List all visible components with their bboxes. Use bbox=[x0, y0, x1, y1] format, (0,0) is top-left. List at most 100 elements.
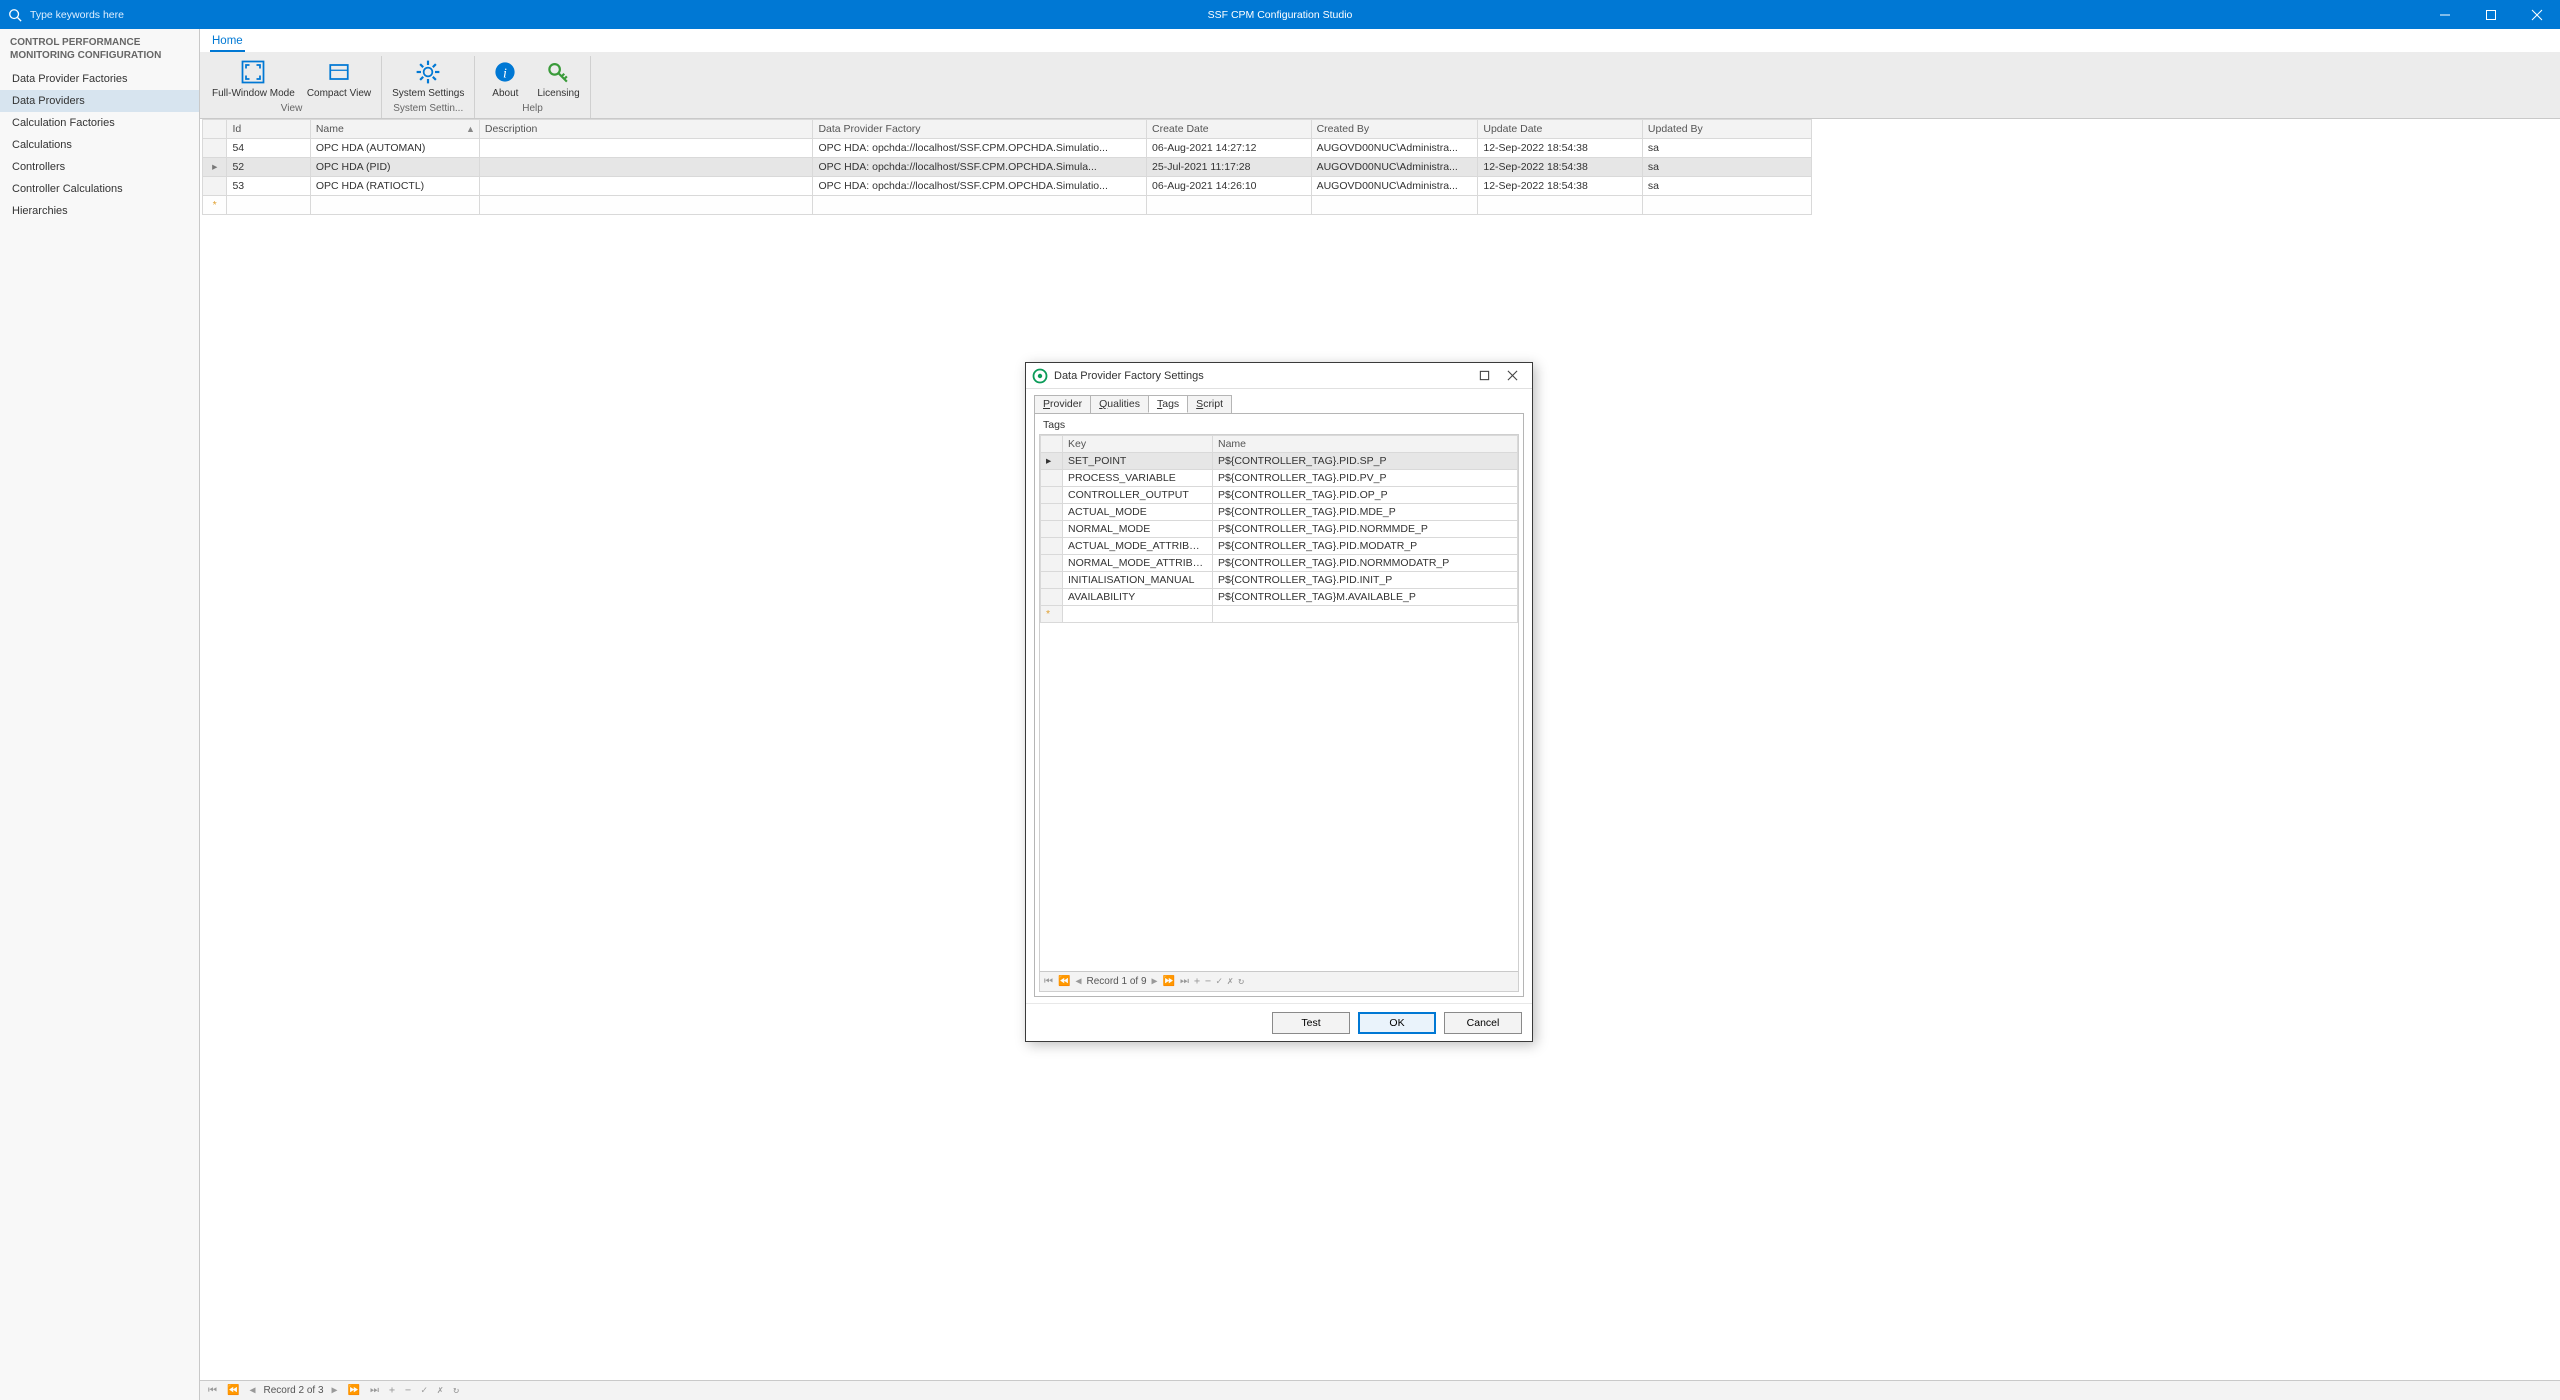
table-row[interactable]: NORMAL_MODEP${CONTROLLER_TAG}.PID.NORMMD… bbox=[1041, 521, 1518, 538]
table-row[interactable]: INITIALISATION_MANUALP${CONTROLLER_TAG}.… bbox=[1041, 572, 1518, 589]
licensing-button[interactable]: Licensing bbox=[533, 56, 583, 101]
cell-key[interactable]: INITIALISATION_MANUAL bbox=[1063, 572, 1213, 589]
col-update-date[interactable]: Update Date bbox=[1478, 120, 1643, 139]
tab-tags[interactable]: Tags bbox=[1148, 395, 1188, 413]
cell-factory[interactable]: OPC HDA: opchda://localhost/SSF.CPM.OPCH… bbox=[813, 158, 1147, 177]
cell-create-date[interactable]: 06-Aug-2021 14:26:10 bbox=[1147, 177, 1312, 196]
table-row[interactable]: ACTUAL_MODE_ATTRIBUTEP${CONTROLLER_TAG}.… bbox=[1041, 538, 1518, 555]
cell-updated-by[interactable]: sa bbox=[1642, 158, 1811, 177]
nav-last[interactable]: ⏭ bbox=[1180, 976, 1189, 987]
col-updated-by[interactable]: Updated By bbox=[1642, 120, 1811, 139]
new-row[interactable]: * bbox=[1041, 606, 1518, 623]
data-providers-grid[interactable]: Id Name▲ Description Data Provider Facto… bbox=[202, 119, 1812, 215]
cell-key[interactable]: NORMAL_MODE bbox=[1063, 521, 1213, 538]
cell-name[interactable]: OPC HDA (PID) bbox=[310, 158, 479, 177]
cell-name[interactable]: OPC HDA (AUTOMAN) bbox=[310, 139, 479, 158]
tags-grid[interactable]: Key Name ▸SET_POINTP${CONTROLLER_TAG}.PI… bbox=[1040, 435, 1518, 623]
minimize-button[interactable] bbox=[2422, 0, 2468, 29]
nav-remove[interactable]: − bbox=[403, 1385, 413, 1396]
nav-commit[interactable]: ✓ bbox=[419, 1385, 429, 1396]
tab-qualities[interactable]: Qualities bbox=[1090, 395, 1149, 413]
nav-next-page[interactable]: ⏩ bbox=[1163, 976, 1175, 987]
sidebar-item-data-providers[interactable]: Data Providers bbox=[0, 90, 199, 112]
sidebar-item-calculations[interactable]: Calculations bbox=[0, 134, 199, 156]
cell-key[interactable]: ACTUAL_MODE_ATTRIBUTE bbox=[1063, 538, 1213, 555]
cell-name[interactable]: P${CONTROLLER_TAG}M.AVAILABLE_P bbox=[1213, 589, 1518, 606]
cell-key[interactable]: ACTUAL_MODE bbox=[1063, 504, 1213, 521]
nav-first[interactable]: ⏮ bbox=[1044, 976, 1053, 987]
close-button[interactable] bbox=[2514, 0, 2560, 29]
nav-prev-page[interactable]: ⏪ bbox=[225, 1385, 241, 1396]
cell-description[interactable] bbox=[479, 177, 813, 196]
test-button[interactable]: Test bbox=[1272, 1012, 1350, 1034]
new-row[interactable]: * bbox=[203, 196, 1812, 215]
cell-name[interactable]: P${CONTROLLER_TAG}.PID.NORMMODATR_P bbox=[1213, 555, 1518, 572]
cell-factory[interactable]: OPC HDA: opchda://localhost/SSF.CPM.OPCH… bbox=[813, 139, 1147, 158]
cell-updated-by[interactable]: sa bbox=[1642, 177, 1811, 196]
cell-id[interactable]: 52 bbox=[227, 158, 310, 177]
cell-name[interactable]: P${CONTROLLER_TAG}.PID.NORMMDE_P bbox=[1213, 521, 1518, 538]
nav-next-page[interactable]: ⏩ bbox=[346, 1385, 362, 1396]
nav-first[interactable]: ⏮ bbox=[206, 1385, 219, 1396]
search-input[interactable] bbox=[28, 8, 208, 22]
col-key[interactable]: Key bbox=[1063, 436, 1213, 453]
cell-name[interactable]: P${CONTROLLER_TAG}.PID.OP_P bbox=[1213, 487, 1518, 504]
cell-key[interactable]: AVAILABILITY bbox=[1063, 589, 1213, 606]
cell-created-by[interactable]: AUGOVD00NUC\Administra... bbox=[1311, 139, 1478, 158]
nav-add[interactable]: + bbox=[1194, 976, 1200, 987]
cell-name[interactable]: P${CONTROLLER_TAG}.PID.PV_P bbox=[1213, 470, 1518, 487]
cell-name[interactable]: OPC HDA (RATIOCTL) bbox=[310, 177, 479, 196]
nav-last[interactable]: ⏭ bbox=[368, 1385, 381, 1396]
cell-updated-by[interactable]: sa bbox=[1642, 139, 1811, 158]
table-row[interactable]: PROCESS_VARIABLEP${CONTROLLER_TAG}.PID.P… bbox=[1041, 470, 1518, 487]
table-row[interactable]: NORMAL_MODE_ATTRIBUTEP${CONTROLLER_TAG}.… bbox=[1041, 555, 1518, 572]
col-create-date[interactable]: Create Date bbox=[1147, 120, 1312, 139]
nav-refresh[interactable]: ↻ bbox=[451, 1385, 461, 1396]
full-window-mode-button[interactable]: Full-Window Mode bbox=[208, 56, 299, 101]
table-row[interactable]: ▸SET_POINTP${CONTROLLER_TAG}.PID.SP_P bbox=[1041, 453, 1518, 470]
col-description[interactable]: Description bbox=[479, 120, 813, 139]
cell-update-date[interactable]: 12-Sep-2022 18:54:38 bbox=[1478, 158, 1643, 177]
nav-next[interactable]: ▶ bbox=[330, 1385, 340, 1396]
nav-commit[interactable]: ✓ bbox=[1216, 976, 1222, 987]
sidebar-item-hierarchies[interactable]: Hierarchies bbox=[0, 200, 199, 222]
table-row[interactable]: CONTROLLER_OUTPUTP${CONTROLLER_TAG}.PID.… bbox=[1041, 487, 1518, 504]
nav-prev-page[interactable]: ⏪ bbox=[1058, 976, 1070, 987]
dialog-maximize-button[interactable] bbox=[1470, 366, 1498, 386]
table-row[interactable]: ▸52OPC HDA (PID)OPC HDA: opchda://localh… bbox=[203, 158, 1812, 177]
cell-name[interactable]: P${CONTROLLER_TAG}.PID.INIT_P bbox=[1213, 572, 1518, 589]
table-row[interactable]: AVAILABILITYP${CONTROLLER_TAG}M.AVAILABL… bbox=[1041, 589, 1518, 606]
sidebar-item-calculation-factories[interactable]: Calculation Factories bbox=[0, 112, 199, 134]
compact-view-button[interactable]: Compact View bbox=[303, 56, 375, 101]
nav-cancel[interactable]: ✗ bbox=[1227, 976, 1233, 987]
nav-cancel[interactable]: ✗ bbox=[435, 1385, 445, 1396]
cell-name[interactable]: P${CONTROLLER_TAG}.PID.MDE_P bbox=[1213, 504, 1518, 521]
col-name[interactable]: Name bbox=[1213, 436, 1518, 453]
maximize-button[interactable] bbox=[2468, 0, 2514, 29]
cell-id[interactable]: 53 bbox=[227, 177, 310, 196]
dialog-close-button[interactable] bbox=[1498, 366, 1526, 386]
cell-name[interactable]: P${CONTROLLER_TAG}.PID.SP_P bbox=[1213, 453, 1518, 470]
cell-key[interactable]: NORMAL_MODE_ATTRIBUTE bbox=[1063, 555, 1213, 572]
cell-update-date[interactable]: 12-Sep-2022 18:54:38 bbox=[1478, 177, 1643, 196]
cell-id[interactable]: 54 bbox=[227, 139, 310, 158]
cell-key[interactable]: SET_POINT bbox=[1063, 453, 1213, 470]
cancel-button[interactable]: Cancel bbox=[1444, 1012, 1522, 1034]
cell-key[interactable]: CONTROLLER_OUTPUT bbox=[1063, 487, 1213, 504]
nav-add[interactable]: + bbox=[387, 1385, 397, 1396]
col-id[interactable]: Id bbox=[227, 120, 310, 139]
table-row[interactable]: 53OPC HDA (RATIOCTL)OPC HDA: opchda://lo… bbox=[203, 177, 1812, 196]
tab-provider[interactable]: Provider bbox=[1034, 395, 1091, 413]
cell-created-by[interactable]: AUGOVD00NUC\Administra... bbox=[1311, 177, 1478, 196]
sidebar-item-controller-calculations[interactable]: Controller Calculations bbox=[0, 178, 199, 200]
cell-create-date[interactable]: 06-Aug-2021 14:27:12 bbox=[1147, 139, 1312, 158]
cell-description[interactable] bbox=[479, 139, 813, 158]
ribbon-tab-home[interactable]: Home bbox=[210, 32, 245, 52]
table-row[interactable]: 54OPC HDA (AUTOMAN) OPC HDA: opchda://loc… bbox=[203, 139, 1812, 158]
table-row[interactable]: ACTUAL_MODEP${CONTROLLER_TAG}.PID.MDE_P bbox=[1041, 504, 1518, 521]
col-created-by[interactable]: Created By bbox=[1311, 120, 1478, 139]
cell-description[interactable] bbox=[479, 158, 813, 177]
system-settings-button[interactable]: System Settings bbox=[388, 56, 468, 101]
ok-button[interactable]: OK bbox=[1358, 1012, 1436, 1034]
about-button[interactable]: i About bbox=[481, 56, 529, 101]
